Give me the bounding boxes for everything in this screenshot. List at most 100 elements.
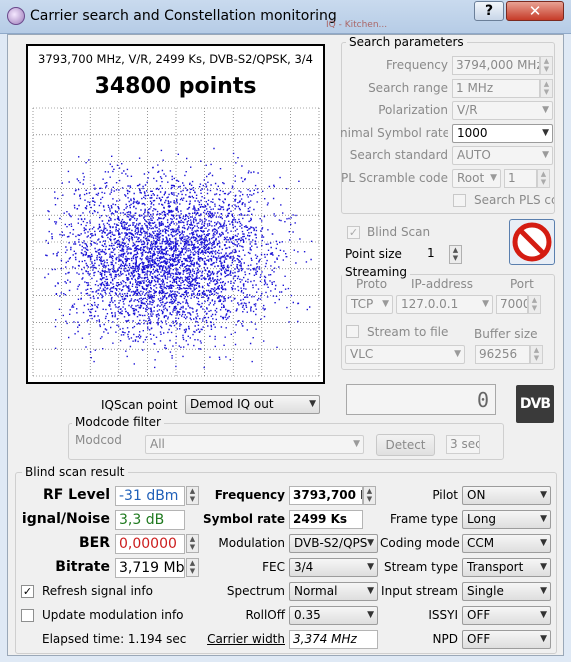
refresh-signal-checkbox[interactable]: ✓ — [21, 585, 34, 598]
pls-mode-select[interactable]: Root ▼ — [452, 169, 501, 188]
coding-mode-select[interactable]: CCM ▼ — [462, 534, 551, 553]
fec-label: FEC — [262, 560, 285, 574]
search-pls-label: Search PLS cc — [474, 193, 554, 207]
pilot-select[interactable]: ON ▼ — [462, 486, 551, 505]
ber-spinner[interactable]: ▲ ▼ — [186, 534, 199, 553]
point-size-spinner[interactable]: ▲ ▼ — [449, 245, 462, 264]
fec-select[interactable]: 3/4 ▼ — [289, 558, 378, 577]
search-range-label: Search range — [368, 81, 448, 95]
carrier-width-value: 3,374 MHz — [289, 630, 378, 649]
chevron-down-icon: ▼ — [367, 562, 374, 572]
plot-info-text: 3793,700 MHz, V/R, 2499 Ks, DVB-S2/QPSK,… — [38, 52, 313, 66]
coding-mode-label: Coding mode — [380, 536, 460, 550]
stream-type-select[interactable]: Transport ▼ — [462, 558, 551, 577]
chevron-down-icon: ▼ — [482, 299, 489, 309]
blind-scan-checkbox[interactable]: ✓ — [347, 226, 360, 239]
player-select[interactable]: VLC ▼ — [345, 345, 465, 364]
spectrum-label: Spectrum — [226, 584, 285, 598]
counter-display: 0 — [346, 384, 496, 415]
search-standard-select[interactable]: AUTO ▼ — [452, 146, 553, 165]
ip-address-value: 127.0.0.1 — [401, 297, 459, 311]
npd-label: NPD — [432, 632, 458, 646]
pls-value-input[interactable]: 1 — [504, 169, 537, 188]
chevron-down-icon: ▼ — [540, 586, 547, 596]
input-stream-value: Single — [467, 584, 504, 598]
issyi-value: OFF — [467, 608, 491, 622]
ip-address-select[interactable]: 127.0.0.1 ▼ — [396, 295, 493, 314]
chevron-down-icon: ▼ — [540, 634, 547, 644]
buffer-size-input[interactable]: 96256 — [475, 345, 530, 364]
input-stream-select[interactable]: Single ▼ — [462, 582, 551, 601]
rolloff-label: RollOff — [245, 608, 285, 622]
window-title: Carrier search and Constellation monitor… — [30, 8, 337, 24]
polarization-value: V/R — [457, 103, 478, 117]
chevron-down-icon: ▼ — [540, 538, 547, 548]
chevron-down-icon: ▼ — [367, 586, 374, 596]
chevron-down-icon: ▼ — [540, 562, 547, 572]
search-range-input[interactable]: 1 MHz — [452, 79, 540, 98]
modulation-value: DVB-S2/QPS — [294, 536, 368, 550]
frame-type-select[interactable]: Long ▼ — [462, 510, 551, 529]
modulation-select[interactable]: DVB-S2/QPS ▼ — [289, 534, 378, 553]
modcode-select[interactable]: All ▼ — [145, 435, 364, 454]
stream-type-label: Stream type — [383, 560, 458, 574]
port-input[interactable]: 7000 — [496, 295, 528, 314]
port-spinner[interactable]: ▲ ▼ — [528, 295, 541, 314]
fec-value: 3/4 — [294, 560, 314, 574]
rf-level-value: -31 dBm — [115, 486, 185, 506]
spectrum-select[interactable]: Normal ▼ — [289, 582, 378, 601]
frequency-input[interactable]: 3794,000 MHz — [452, 56, 540, 75]
pls-mode-value: Root — [457, 171, 485, 185]
chevron-down-icon: ▼ — [309, 399, 316, 409]
iqscan-point-label: IQScan point — [101, 398, 178, 412]
stream-type-value: Transport — [467, 560, 524, 574]
npd-value: OFF — [467, 632, 491, 646]
pls-value-spinner[interactable]: ▲ ▼ — [537, 169, 550, 188]
result-symbol-rate-label: Symbol rate — [203, 512, 285, 526]
rolloff-select[interactable]: 0.35 ▼ — [289, 606, 378, 625]
help-button[interactable]: ? — [474, 1, 504, 21]
search-standard-label: Search standard — [349, 148, 448, 162]
search-range-spinner[interactable]: ▲ ▼ — [540, 79, 553, 98]
constellation-canvas — [32, 107, 320, 377]
issyi-select[interactable]: OFF ▼ — [462, 606, 551, 625]
pilot-value: ON — [467, 488, 486, 502]
point-size-input[interactable]: 1 — [424, 245, 449, 264]
stream-to-file-checkbox[interactable] — [346, 325, 359, 338]
constellation-point-cloud — [44, 147, 313, 369]
constellation-points — [44, 147, 313, 369]
min-symbol-rate-select[interactable]: 1000 ▼ — [452, 124, 553, 143]
close-button[interactable]: ✕ — [506, 1, 564, 21]
input-stream-label: Input stream — [381, 584, 458, 598]
npd-select[interactable]: OFF ▼ — [462, 630, 551, 649]
update-modulation-checkbox[interactable] — [21, 609, 34, 622]
result-frequency-value: 3793,700 M — [289, 486, 363, 505]
result-frequency-spinner[interactable]: ▲ ▼ — [363, 486, 376, 505]
polarization-select[interactable]: V/R ▼ — [452, 101, 553, 120]
constellation-plot: 3793,700 MHz, V/R, 2499 Ks, DVB-S2/QPSK,… — [26, 44, 325, 384]
buffer-size-spinner[interactable]: ▲ ▼ — [530, 345, 543, 364]
issyi-label: ISSYI — [428, 608, 458, 622]
result-symbol-rate-value: 2499 Ks — [289, 510, 363, 529]
stop-button[interactable] — [509, 219, 555, 265]
search-pls-checkbox[interactable] — [453, 194, 466, 207]
iqscan-point-select[interactable]: Demod IQ out ▼ — [185, 395, 320, 414]
frequency-spinner[interactable]: ▲ ▼ — [540, 56, 553, 75]
stream-to-file-label: Stream to file — [367, 325, 449, 339]
blind-scan-result-title: Blind scan result — [22, 465, 128, 479]
modulation-label: Modulation — [218, 536, 285, 550]
result-frequency-label: Frequency — [214, 488, 285, 502]
modcode-value: All — [150, 437, 165, 451]
ber-value: 0,00000 — [115, 534, 185, 554]
bitrate-spinner[interactable]: ▲ ▼ — [186, 558, 199, 577]
detect-seconds-input[interactable]: 3 sec — [446, 435, 480, 454]
carrier-width-label[interactable]: Carrier width — [200, 632, 285, 646]
title-bar[interactable]: Carrier search and Constellation monitor… — [0, 0, 571, 34]
counter-value: 0 — [476, 388, 489, 412]
chevron-down-icon: ▼ — [542, 150, 549, 160]
detect-button[interactable]: Detect — [376, 434, 435, 456]
proto-select[interactable]: TCP ▼ — [346, 295, 393, 314]
polarization-label: Polarization — [378, 103, 448, 117]
dvb-logo-icon: DVB — [516, 385, 554, 423]
rf-level-spinner[interactable]: ▲ ▼ — [186, 486, 199, 505]
